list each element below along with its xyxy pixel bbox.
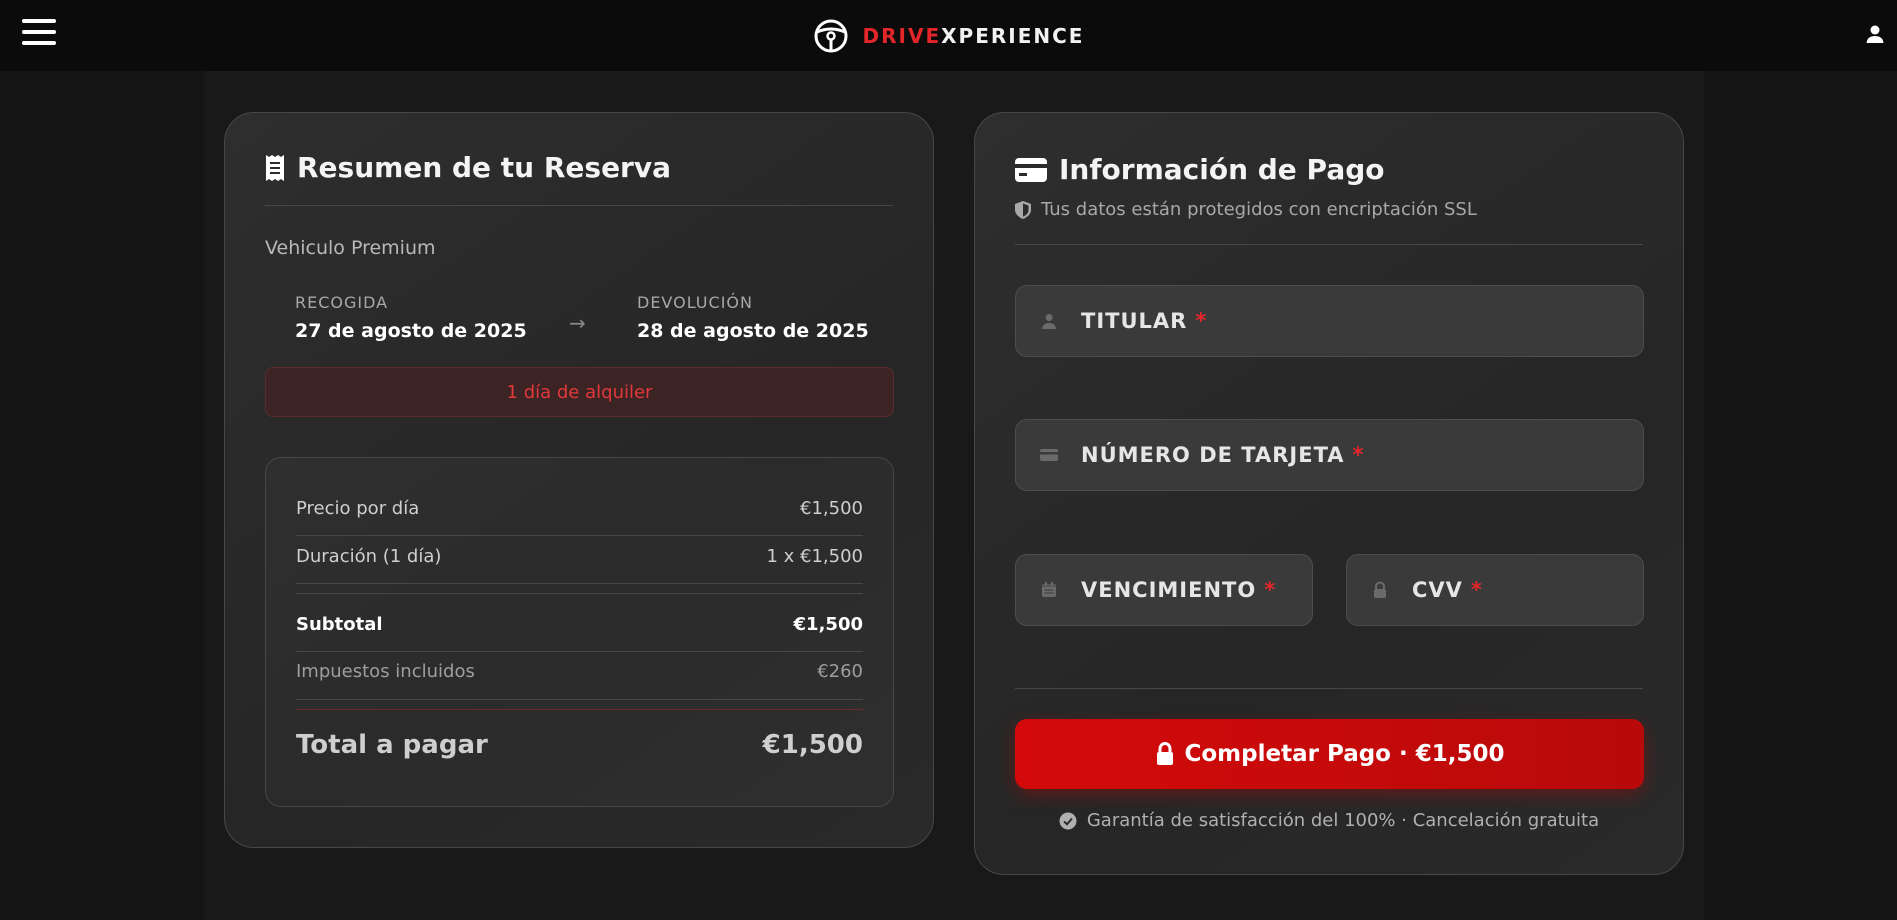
shield-icon (1015, 200, 1031, 219)
total-row: Total a pagar €1,500 (296, 730, 863, 760)
credit-card-icon (1040, 449, 1058, 461)
cvv-label-text: CVV (1412, 578, 1463, 602)
receipt-icon (266, 154, 284, 181)
rental-days-badge: 1 día de alquiler (265, 367, 894, 417)
cvv-field[interactable]: CVV * (1346, 554, 1644, 626)
user-icon[interactable] (1863, 22, 1887, 46)
summary-title: Resumen de tu Reserva (265, 151, 671, 184)
price-per-day-value: €1,500 (800, 498, 863, 519)
hamburger-icon[interactable] (22, 19, 56, 49)
calendar-icon (1042, 582, 1056, 597)
brand-logo[interactable]: DRIVEXPERIENCE (813, 18, 1085, 54)
payment-card: Información de Pago Tus datos están prot… (974, 112, 1684, 875)
top-navbar: DRIVEXPERIENCE (0, 0, 1897, 71)
guarantee-text: Garantía de satisfacción del 100% · Canc… (1086, 810, 1600, 831)
subtotal-label: Subtotal (296, 614, 383, 635)
required-mark: * (1264, 578, 1277, 602)
payment-title: Información de Pago (1015, 153, 1385, 186)
pickup-label: RECOGIDA (295, 293, 389, 312)
total-label: Total a pagar (296, 730, 488, 760)
card-number-label: NÚMERO DE TARJETA * (1081, 443, 1365, 467)
return-label: DEVOLUCIÓN (637, 293, 753, 312)
payment-title-text: Información de Pago (1059, 153, 1385, 186)
guarantee-note: Garantía de satisfacción del 100% · Canc… (975, 810, 1683, 831)
user-icon (1042, 314, 1056, 329)
taxes-row: Impuestos incluidos €260 (296, 661, 863, 682)
complete-payment-label: Completar Pago · €1,500 (1184, 741, 1505, 767)
holder-label: TITULAR * (1081, 309, 1207, 333)
cvv-label: CVV * (1412, 578, 1483, 602)
taxes-value: €260 (817, 661, 863, 682)
brand-name-part1: DRIVE (862, 23, 942, 48)
return-date: 28 de agosto de 2025 (637, 320, 869, 342)
brand-name-part2: XPERIENCE (941, 23, 1085, 48)
lock-icon (1374, 581, 1386, 598)
total-divider (296, 709, 863, 710)
pickup-date: 27 de agosto de 2025 (295, 320, 527, 342)
arrow-right-icon: → (569, 311, 586, 335)
booking-summary-card: Resumen de tu Reserva Vehiculo Premium R… (224, 112, 934, 848)
row-divider (296, 699, 863, 700)
price-per-day-label: Precio por día (296, 498, 420, 519)
row-divider (296, 535, 863, 536)
vehicle-name: Vehiculo Premium (265, 237, 436, 259)
row-divider (296, 583, 863, 584)
ssl-note-text: Tus datos están protegidos con encriptac… (1041, 199, 1477, 220)
payment-divider (1015, 244, 1643, 245)
total-value: €1,500 (762, 730, 863, 760)
summary-divider (265, 205, 893, 206)
expiry-field[interactable]: VENCIMIENTO * (1015, 554, 1313, 626)
required-mark: * (1352, 443, 1365, 467)
required-mark: * (1195, 309, 1208, 333)
taxes-label: Impuestos incluidos (296, 661, 475, 682)
price-per-day-row: Precio por día €1,500 (296, 498, 863, 519)
row-divider (296, 651, 863, 652)
subtotal-value: €1,500 (793, 614, 863, 635)
card-number-label-text: NÚMERO DE TARJETA (1081, 443, 1345, 467)
brand-name: DRIVEXPERIENCE (863, 24, 1085, 48)
required-mark: * (1470, 578, 1483, 602)
card-number-field[interactable]: NÚMERO DE TARJETA * (1015, 419, 1644, 491)
expiry-label-text: VENCIMIENTO (1081, 578, 1257, 602)
row-divider (296, 593, 863, 594)
holder-label-text: TITULAR (1081, 309, 1188, 333)
return-block: DEVOLUCIÓN 28 de agosto de 2025 (637, 293, 869, 342)
check-circle-icon (1059, 812, 1077, 829)
ssl-note: Tus datos están protegidos con encriptac… (1015, 199, 1477, 220)
expiry-label: VENCIMIENTO * (1081, 578, 1276, 602)
summary-title-text: Resumen de tu Reserva (297, 151, 672, 184)
subtotal-row: Subtotal €1,500 (296, 614, 863, 635)
credit-card-icon (1015, 157, 1047, 182)
duration-row: Duración (1 día) 1 x €1,500 (296, 546, 863, 567)
lock-icon (1156, 742, 1173, 765)
duration-value: 1 x €1,500 (766, 546, 863, 567)
pickup-block: RECOGIDA 27 de agosto de 2025 (295, 293, 527, 342)
holder-field[interactable]: TITULAR * (1015, 285, 1644, 357)
payment-divider (1015, 688, 1643, 689)
duration-label: Duración (1 día) (296, 546, 442, 567)
price-breakdown: Precio por día €1,500 Duración (1 día) 1… (265, 457, 894, 807)
steering-wheel-icon (814, 19, 848, 52)
complete-payment-button[interactable]: Completar Pago · €1,500 (1015, 719, 1644, 789)
